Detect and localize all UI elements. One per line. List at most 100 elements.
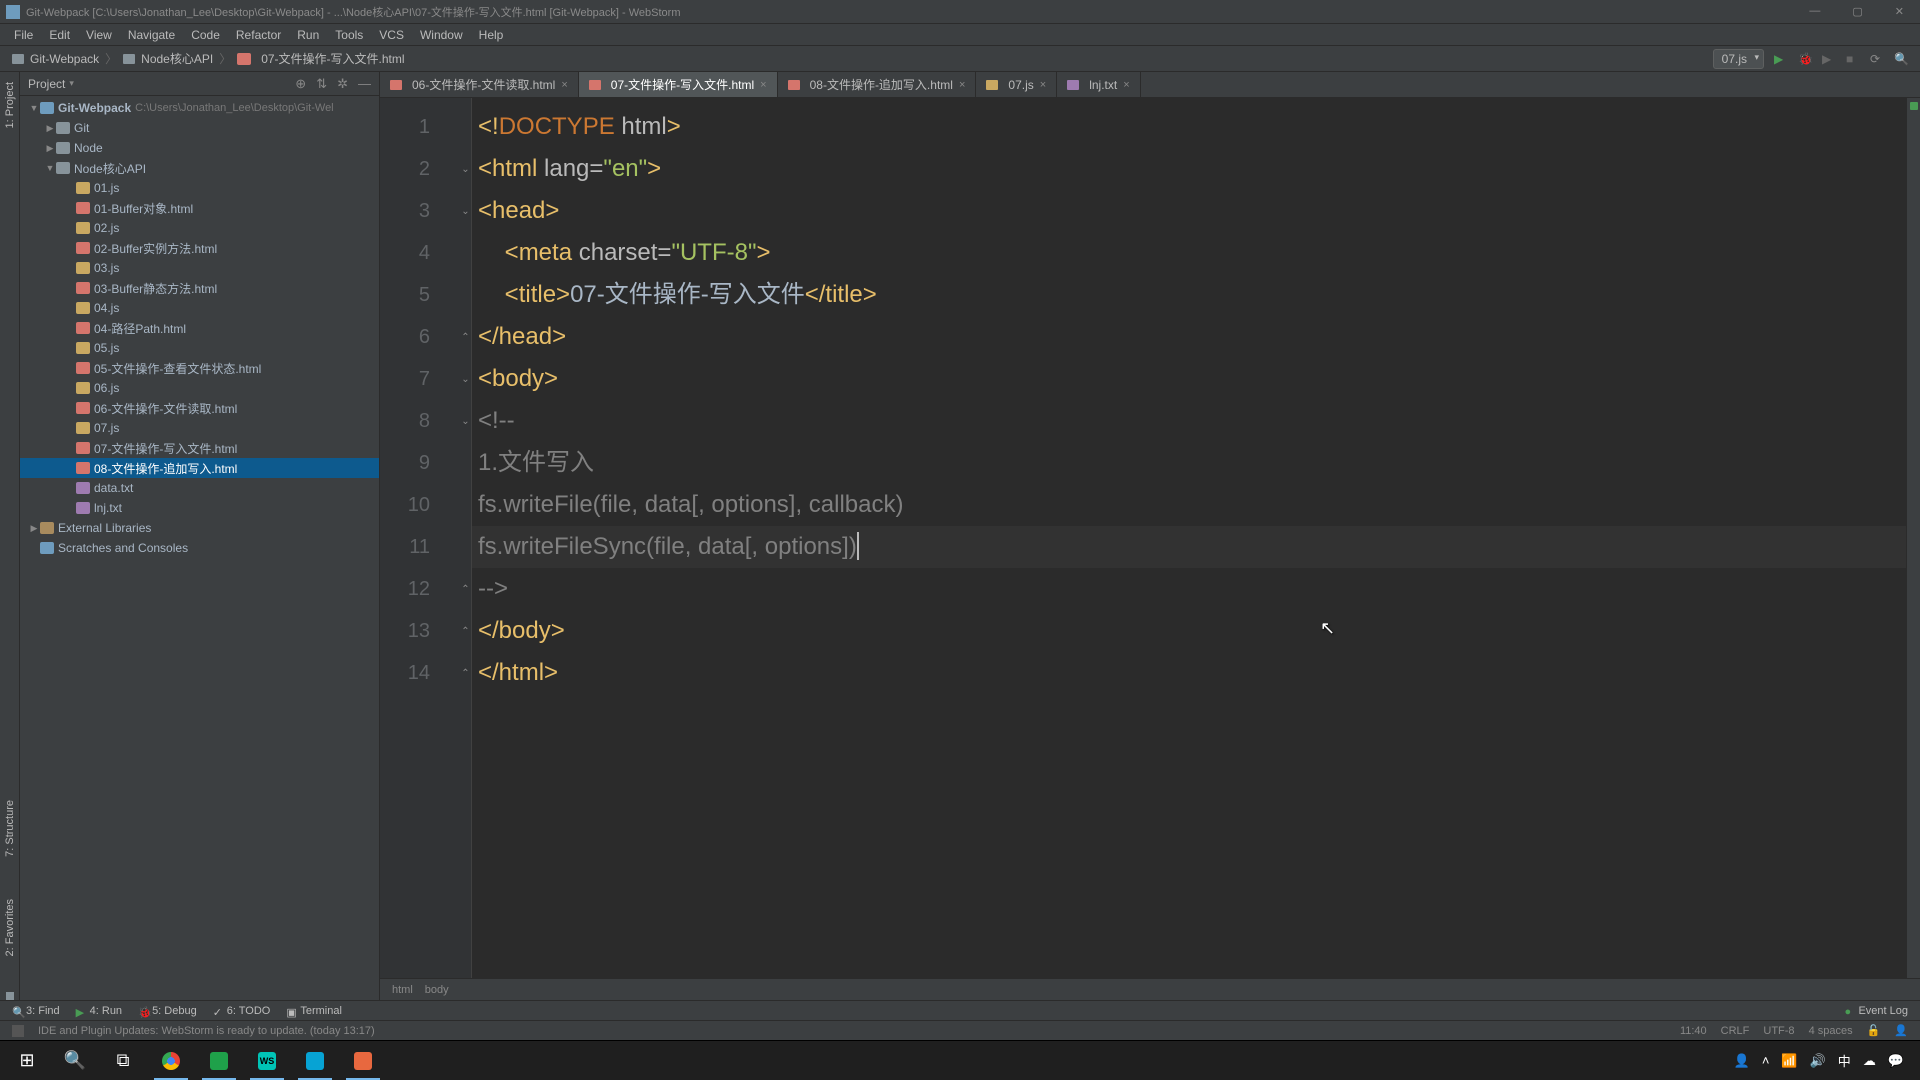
tree-file[interactable]: 05.js: [20, 338, 379, 358]
file-encoding[interactable]: UTF-8: [1763, 1025, 1794, 1037]
fold-marker[interactable]: ⌃: [460, 652, 471, 694]
code-line[interactable]: <meta charset="UTF-8">: [472, 232, 1906, 274]
code-line[interactable]: <body>: [472, 358, 1906, 400]
code-line[interactable]: fs.writeFileSync(file, data[, options]): [472, 526, 1906, 568]
line-number[interactable]: 8: [380, 400, 460, 442]
line-number[interactable]: 6: [380, 316, 460, 358]
expand-icon[interactable]: ▶: [28, 523, 40, 534]
tree-file[interactable]: lnj.txt: [20, 498, 379, 518]
menu-vcs[interactable]: VCS: [371, 28, 412, 42]
tree-file[interactable]: 05-文件操作-查看文件状态.html: [20, 358, 379, 378]
tree-file[interactable]: 08-文件操作-追加写入.html: [20, 458, 379, 478]
debug-tool-tab[interactable]: 🐞5: Debug: [138, 1005, 197, 1017]
tray-people-icon[interactable]: 👤: [1734, 1053, 1750, 1069]
project-tree[interactable]: ▼ Git-Webpack C:\Users\Jonathan_Lee\Desk…: [20, 96, 379, 1000]
run-icon[interactable]: ▶: [1774, 52, 1788, 66]
line-number[interactable]: 5: [380, 274, 460, 316]
tree-scratches[interactable]: Scratches and Consoles: [20, 538, 379, 558]
tray-ime-icon[interactable]: 中: [1838, 1051, 1851, 1070]
fold-marker[interactable]: ⌃: [460, 610, 471, 652]
tree-folder[interactable]: ▶ Node: [20, 138, 379, 158]
close-tab-icon[interactable]: ×: [760, 79, 766, 91]
tree-file[interactable]: 04.js: [20, 298, 379, 318]
fold-marker[interactable]: ⌃: [460, 316, 471, 358]
tray-chevron-up-icon[interactable]: ˄: [1762, 1053, 1770, 1068]
line-number[interactable]: 11: [380, 526, 460, 568]
expand-all-icon[interactable]: ⇅: [316, 76, 327, 92]
taskbar-app-blue[interactable]: [292, 1042, 338, 1080]
close-tab-icon[interactable]: ×: [1123, 79, 1129, 91]
event-log-tab[interactable]: ●Event Log: [1844, 1005, 1908, 1017]
code-line[interactable]: <title>07-文件操作-写入文件</title>: [472, 274, 1906, 316]
tray-volume-icon[interactable]: 🔊: [1810, 1053, 1826, 1069]
stop-icon[interactable]: ■: [1846, 52, 1860, 66]
expand-icon[interactable]: ▼: [28, 103, 40, 113]
code-editor[interactable]: 1234567891011121314 ⌄⌄⌃⌄⌄⌃⌃⌃ <!DOCTYPE h…: [380, 98, 1920, 978]
close-tab-icon[interactable]: ×: [959, 79, 965, 91]
status-message[interactable]: IDE and Plugin Updates: WebStorm is read…: [38, 1025, 1666, 1037]
line-number[interactable]: 1: [380, 106, 460, 148]
tree-file[interactable]: 07.js: [20, 418, 379, 438]
editor-tab[interactable]: 07-文件操作-写入文件.html×: [579, 72, 778, 97]
update-project-icon[interactable]: ⟳: [1870, 52, 1884, 66]
fold-marker[interactable]: [460, 484, 471, 526]
code-line[interactable]: </head>: [472, 316, 1906, 358]
tree-folder[interactable]: ▼ Node核心API: [20, 158, 379, 178]
line-number[interactable]: 14: [380, 652, 460, 694]
code-line[interactable]: <html lang="en">: [472, 148, 1906, 190]
tree-file[interactable]: 04-路径Path.html: [20, 318, 379, 338]
menu-run[interactable]: Run: [289, 28, 327, 42]
editor-tab[interactable]: 06-文件操作-文件读取.html×: [380, 72, 579, 97]
tree-file[interactable]: data.txt: [20, 478, 379, 498]
tool-window-icon[interactable]: [6, 992, 14, 1000]
line-number[interactable]: 12: [380, 568, 460, 610]
code-line[interactable]: 1.文件写入: [472, 442, 1906, 484]
tree-file[interactable]: 07-文件操作-写入文件.html: [20, 438, 379, 458]
debug-icon[interactable]: 🐞: [1798, 52, 1812, 66]
terminal-tool-tab[interactable]: ▣Terminal: [286, 1005, 342, 1017]
tray-notifications-icon[interactable]: 💬: [1888, 1053, 1904, 1069]
code-line[interactable]: <head>: [472, 190, 1906, 232]
menu-file[interactable]: File: [6, 28, 41, 42]
tree-folder[interactable]: ▶ Git: [20, 118, 379, 138]
editor-tab[interactable]: 07.js×: [976, 72, 1057, 97]
tree-project-root[interactable]: ▼ Git-Webpack C:\Users\Jonathan_Lee\Desk…: [20, 98, 379, 118]
breadcrumb-item[interactable]: html: [392, 984, 413, 996]
fold-marker[interactable]: [460, 274, 471, 316]
maximize-button[interactable]: ▢: [1842, 5, 1872, 18]
code-line[interactable]: </body>: [472, 610, 1906, 652]
code-line[interactable]: </html>: [472, 652, 1906, 694]
tree-external-libraries[interactable]: ▶ External Libraries: [20, 518, 379, 538]
tree-file[interactable]: 03.js: [20, 258, 379, 278]
line-number-gutter[interactable]: 1234567891011121314: [380, 98, 460, 978]
line-number[interactable]: 2: [380, 148, 460, 190]
tree-file[interactable]: 02-Buffer实例方法.html: [20, 238, 379, 258]
minimize-button[interactable]: —: [1799, 5, 1830, 18]
expand-icon[interactable]: ▼: [44, 163, 56, 173]
taskbar-search[interactable]: 🔍: [52, 1042, 98, 1080]
close-button[interactable]: ✕: [1885, 5, 1914, 18]
fold-gutter[interactable]: ⌄⌄⌃⌄⌄⌃⌃⌃: [460, 98, 472, 978]
menu-window[interactable]: Window: [412, 28, 471, 42]
nav-breadcrumb[interactable]: Git-Webpack 〉 Node核心API 〉 07-文件操作-写入文件.h…: [12, 50, 405, 67]
menu-edit[interactable]: Edit: [41, 28, 78, 42]
favorites-tool-tab[interactable]: 2: Favorites: [2, 893, 18, 962]
editor-tab[interactable]: 08-文件操作-追加写入.html×: [778, 72, 977, 97]
tree-file[interactable]: 03-Buffer静态方法.html: [20, 278, 379, 298]
run-config-dropdown[interactable]: 07.js: [1713, 49, 1764, 69]
indent-setting[interactable]: 4 spaces: [1809, 1025, 1853, 1037]
hide-panel-icon[interactable]: —: [358, 76, 371, 92]
nav-crumb-folder[interactable]: Node核心API: [141, 50, 213, 67]
error-stripe[interactable]: [1906, 98, 1920, 978]
code-line[interactable]: <!--: [472, 400, 1906, 442]
code-line[interactable]: fs.writeFile(file, data[, options], call…: [472, 484, 1906, 526]
find-tool-tab[interactable]: 🔍3: Find: [12, 1005, 60, 1017]
tree-file[interactable]: 01.js: [20, 178, 379, 198]
fold-marker[interactable]: [460, 232, 471, 274]
taskbar-camtasia[interactable]: [340, 1042, 386, 1080]
project-tool-tab[interactable]: 1: Project: [2, 76, 18, 134]
code-line[interactable]: <!DOCTYPE html>: [472, 106, 1906, 148]
structure-tool-tab[interactable]: 7: Structure: [2, 794, 18, 863]
tray-cloud-icon[interactable]: ☁: [1863, 1053, 1876, 1069]
menu-view[interactable]: View: [78, 28, 120, 42]
